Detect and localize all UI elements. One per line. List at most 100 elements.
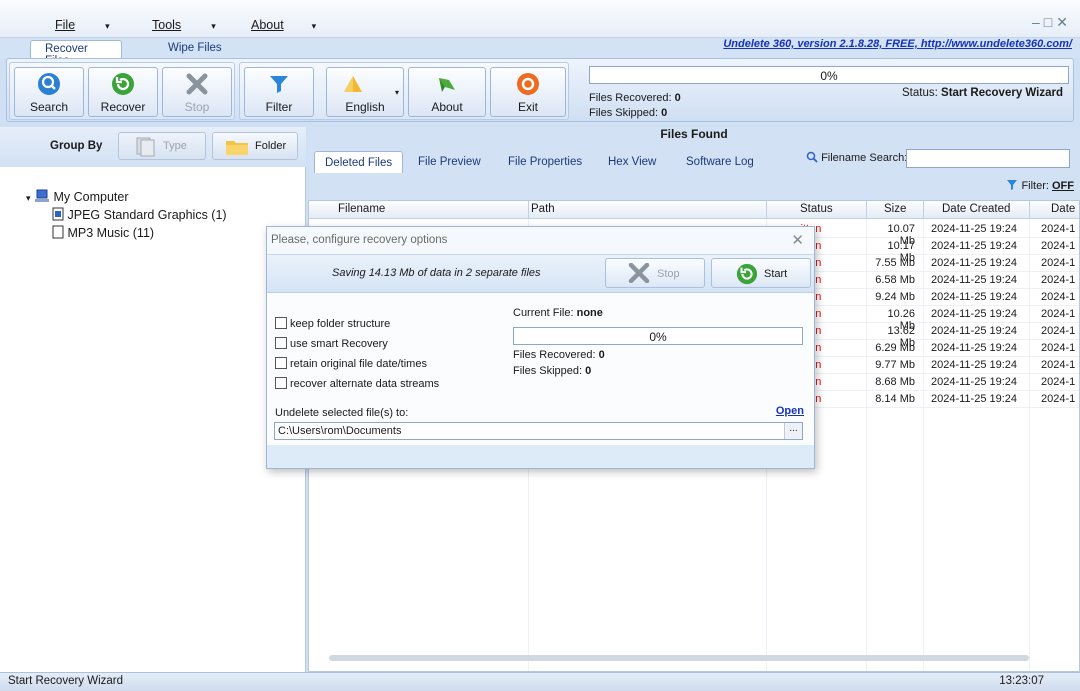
close-icon[interactable]: ✕ — [791, 231, 804, 249]
recover-button[interactable]: Recover — [88, 67, 158, 117]
current-file-label: Current File: — [513, 307, 574, 319]
menu-about-label: About — [251, 18, 284, 32]
tab-file-preview[interactable]: File Preview — [408, 151, 491, 173]
option-smart-recovery[interactable]: use smart Recovery — [275, 337, 388, 350]
option-alternate-streams[interactable]: recover alternate data streams — [275, 377, 439, 390]
cell-date: 2024-1 — [1041, 223, 1076, 235]
files-recovered-label: Files Recovered: — [589, 92, 672, 104]
dialog-stop-button[interactable]: Stop — [605, 258, 705, 288]
checkbox[interactable] — [275, 317, 287, 329]
language-button[interactable]: English ▾ — [326, 67, 404, 117]
saving-summary: Saving 14.13 Mb of data in 2 separate fi… — [332, 267, 541, 279]
status-value: Start Recovery Wizard — [941, 87, 1063, 99]
search-icon — [38, 73, 60, 95]
recovery-options-dialog: Please, configure recovery options ✕ Sav… — [266, 226, 815, 469]
dialog-files-skipped-value: 0 — [585, 365, 592, 377]
menu-file[interactable]: File ▾ — [55, 18, 110, 32]
menu-tools[interactable]: Tools ▾ — [152, 18, 216, 32]
menu-bar: File ▾ Tools ▾ About ▾ –□✕ — [0, 0, 1080, 38]
browse-button[interactable]: ... — [784, 423, 802, 439]
cell-date-created: 2024-11-25 19:24 — [931, 274, 1018, 286]
dialog-files-skipped-label: Files Skipped: — [513, 365, 583, 377]
column-header-date-created[interactable]: Date Created — [942, 203, 1010, 215]
column-header-date[interactable]: Date — [1051, 203, 1075, 215]
version-link[interactable]: Undelete 360, version 2.1.8.28, FREE, ht… — [723, 38, 1072, 50]
stop-button[interactable]: Stop — [162, 67, 232, 117]
about-button[interactable]: About — [408, 67, 486, 117]
cell-size: 6.29 Mb — [875, 342, 915, 354]
tree-item-jpeg[interactable]: JPEG Standard Graphics (1) — [52, 207, 227, 222]
close-icon[interactable]: ✕ — [1056, 14, 1072, 30]
option-keep-folder-structure[interactable]: keep folder structure — [275, 317, 390, 330]
cell-date-created: 2024-11-25 19:24 — [931, 291, 1018, 303]
option-label: keep folder structure — [290, 318, 391, 330]
checkbox[interactable] — [275, 337, 287, 349]
recover-icon — [112, 73, 134, 95]
about-arrow-icon — [439, 78, 455, 92]
tab-hex-view[interactable]: Hex View — [598, 151, 666, 173]
dialog-start-button[interactable]: Start — [711, 258, 811, 288]
horizontal-scrollbar[interactable] — [329, 655, 1029, 661]
cell-date: 2024-1 — [1041, 325, 1076, 337]
search-button[interactable]: Search — [14, 67, 84, 117]
column-header-status[interactable]: Status — [800, 203, 833, 215]
cell-date-created: 2024-11-25 19:24 — [931, 308, 1018, 320]
column-header-path[interactable]: Path — [531, 203, 555, 215]
cell-size: 8.68 Mb — [875, 376, 915, 388]
dialog-title: Please, configure recovery options — [271, 234, 448, 246]
filename-search-input[interactable] — [906, 149, 1070, 168]
cell-size: 8.14 Mb — [875, 393, 915, 405]
exit-button[interactable]: Exit — [490, 67, 566, 117]
chevron-down-icon[interactable]: ▾ — [26, 193, 31, 203]
cell-date-created: 2024-11-25 19:24 — [931, 240, 1018, 252]
cell-size: 9.77 Mb — [875, 359, 915, 371]
open-link[interactable]: Open — [776, 405, 804, 417]
folder-icon — [226, 141, 248, 155]
tree-panel: ▾ My Computer JPEG Standard Graphics (1)… — [0, 167, 306, 672]
dialog-files-recovered-label: Files Recovered: — [513, 349, 596, 361]
toolbar-group-options: Filter English ▾ About Exit — [239, 62, 569, 120]
filename-search: Filename Search: — [806, 151, 907, 164]
cell-size: 7.55 Mb — [875, 257, 915, 269]
filter-value: OFF — [1052, 180, 1074, 192]
column-header-filename[interactable]: Filename — [338, 203, 385, 215]
status-label: Status: — [902, 87, 938, 99]
tree-item-mp3[interactable]: MP3 Music (11) — [52, 225, 154, 240]
filter-status[interactable]: Filter: OFF — [1006, 179, 1074, 192]
status-bar: Start Recovery Wizard 13:23:07 — [0, 672, 1080, 691]
statusbar-time: 13:23:07 — [999, 675, 1044, 687]
tab-wipe-files[interactable]: Wipe Files — [154, 40, 236, 58]
column-header-size[interactable]: Size — [884, 203, 906, 215]
tab-deleted-files[interactable]: Deleted Files — [314, 151, 404, 173]
stop-x-icon — [186, 73, 208, 95]
group-by-folder-button[interactable]: Folder — [212, 132, 298, 160]
menu-about[interactable]: About ▾ — [251, 18, 316, 32]
cell-date: 2024-1 — [1041, 274, 1076, 286]
dialog-files-recovered: Files Recovered: 0 — [513, 349, 605, 361]
filter-button-label: Filter — [265, 100, 293, 114]
filter-button[interactable]: Filter — [244, 67, 314, 117]
destination-path-field[interactable]: C:\Users\rom\Documents ... — [274, 422, 803, 440]
recover-button-label: Recover — [100, 100, 146, 114]
dialog-header: Saving 14.13 Mb of data in 2 separate fi… — [267, 255, 814, 293]
filter-icon — [1007, 180, 1018, 190]
maximize-icon[interactable]: □ — [1044, 14, 1056, 30]
tree-root[interactable]: ▾ My Computer — [26, 189, 129, 204]
search-button-label: Search — [29, 100, 69, 114]
checkbox[interactable] — [275, 357, 287, 369]
cell-date-created: 2024-11-25 19:24 — [931, 325, 1018, 337]
files-skipped-value: 0 — [661, 107, 668, 119]
tab-file-properties[interactable]: File Properties — [498, 151, 592, 173]
group-by-type-button[interactable]: Type — [118, 132, 206, 160]
cell-size: 6.58 Mb — [875, 274, 915, 286]
dialog-files-recovered-value: 0 — [598, 349, 605, 361]
tab-software-log[interactable]: Software Log — [676, 151, 764, 173]
about-button-label: About — [431, 100, 463, 114]
checkbox[interactable] — [275, 377, 287, 389]
cell-date-created: 2024-11-25 19:24 — [931, 393, 1018, 405]
cell-date: 2024-1 — [1041, 376, 1076, 388]
option-retain-dates[interactable]: retain original file date/times — [275, 357, 427, 370]
tab-recover-files[interactable]: Recover Files — [30, 40, 122, 67]
status-area: 0% Files Recovered: 0 Files Skipped: 0 S… — [587, 62, 1071, 120]
minimize-icon[interactable]: – — [1032, 14, 1044, 30]
